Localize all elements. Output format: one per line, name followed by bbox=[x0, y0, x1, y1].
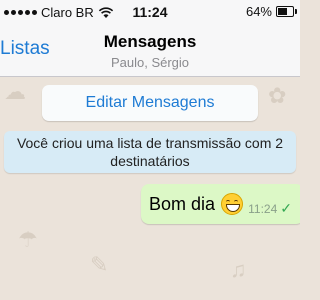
doodle-icon: ✎ bbox=[90, 252, 109, 277]
message-text-row: Bom dia bbox=[149, 193, 244, 215]
doodle-icon: ☁ bbox=[4, 79, 26, 104]
smiley-icon bbox=[221, 193, 244, 215]
battery-percent: 64% bbox=[245, 4, 272, 19]
message-time: 11:24 bbox=[248, 201, 278, 216]
system-message: Você criou uma lista de transmissão com … bbox=[4, 131, 296, 173]
navigation-bar: Listas Mensagens Paulo, Sérgio bbox=[0, 24, 300, 77]
chat-subtitle: Paulo, Sérgio bbox=[110, 55, 190, 70]
doodle-icon: ♫ bbox=[230, 257, 247, 282]
battery-info: 64% bbox=[245, 4, 297, 19]
status-bar: Claro BR 11:24 64% bbox=[0, 0, 300, 24]
battery-icon bbox=[276, 6, 297, 17]
outgoing-message-bubble[interactable]: Bom dia 11:24 ✓ bbox=[141, 184, 300, 224]
message-meta: 11:24 ✓ bbox=[248, 200, 292, 217]
battery-fill bbox=[278, 8, 287, 15]
chat-area[interactable]: ☁ ✿ ☂ ✎ ♫ Editar Mensagens Você criou um… bbox=[0, 77, 300, 300]
chat-title: Mensagens bbox=[103, 32, 197, 51]
doodle-icon: ✿ bbox=[268, 83, 287, 108]
edit-messages-button[interactable]: Editar Mensagens bbox=[42, 85, 258, 121]
check-icon: ✓ bbox=[280, 200, 292, 216]
doodle-icon: ☂ bbox=[18, 227, 38, 252]
message-text: Bom dia bbox=[149, 193, 216, 214]
